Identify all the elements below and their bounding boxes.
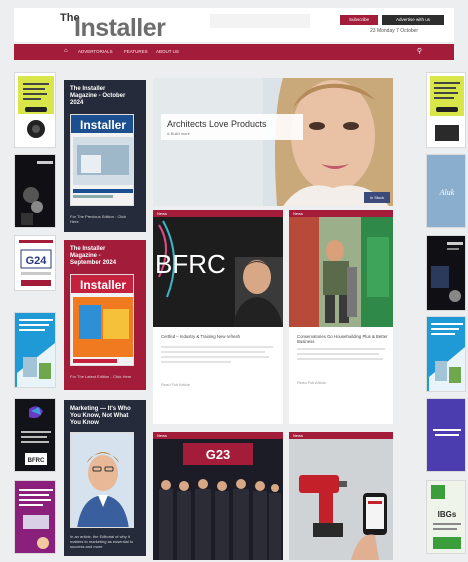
- nav-item-features[interactable]: FEATURES: [124, 49, 148, 54]
- ad-left-4[interactable]: [14, 312, 56, 388]
- magazine-card-october[interactable]: The Installer Magazine - October 2024 In…: [64, 80, 146, 232]
- ad-left-1-art: [18, 76, 54, 138]
- card-image[interactable]: BFRC: [153, 217, 283, 327]
- card-tag: News: [157, 211, 168, 216]
- magazine-title: The Installer Magazine - September 2024: [70, 246, 117, 266]
- card-image-art: G23: [153, 439, 283, 560]
- ad-left-3-art: G24: [19, 240, 53, 286]
- magazine-footer[interactable]: For The Previous Edition - Click Here: [70, 214, 134, 224]
- page: The Installer Subscribe Advertise with u…: [0, 0, 468, 562]
- ad-right-2[interactable]: Aluk: [426, 154, 466, 228]
- hero-badge[interactable]: In Stock: [364, 192, 390, 203]
- magazine-footer[interactable]: For The Latest Edition - Click Here: [70, 374, 134, 379]
- card-tag: News: [157, 433, 168, 438]
- svg-text:Aluk: Aluk: [439, 188, 455, 197]
- card-header-bar: News: [153, 210, 283, 217]
- card-image[interactable]: G23: [153, 439, 283, 560]
- advertise-button[interactable]: Advertise with us: [382, 15, 444, 25]
- hero-subtitle: & Build more: [167, 131, 190, 136]
- ad-right-5-art: [427, 399, 465, 471]
- ad-right-1-art: [430, 76, 464, 141]
- card-image-text: BFRC: [155, 249, 226, 279]
- article-card[interactable]: News BFRC Certfed – Industry & Training …: [153, 210, 283, 424]
- article-title: Marketing — It's Who You Know, Not What …: [70, 406, 131, 426]
- magazine-cover[interactable]: Installer: [70, 274, 134, 366]
- home-icon[interactable]: ⌂: [64, 48, 68, 54]
- ad-left-2[interactable]: [14, 154, 56, 228]
- logo-installer: Installer: [74, 14, 166, 42]
- ad-left-4-art: [17, 319, 55, 387]
- article-image[interactable]: [70, 432, 134, 528]
- card-tag: News: [293, 433, 304, 438]
- ad-right-4[interactable]: [426, 316, 466, 392]
- article-card[interactable]: News G23: [153, 432, 283, 560]
- magazine-cover[interactable]: Installer: [70, 114, 134, 206]
- ad-left-3[interactable]: G24: [14, 235, 56, 291]
- ad-left-2-art: [21, 161, 53, 225]
- magazine-card-september[interactable]: The Installer Magazine - September 2024 …: [64, 240, 146, 390]
- card-title[interactable]: Conservatories Go Housebuilding Plus & B…: [297, 334, 389, 344]
- ad-right-2-art: Aluk: [427, 155, 465, 227]
- card-image-text: G23: [206, 447, 231, 462]
- search-icon[interactable]: ⚲: [417, 47, 422, 55]
- ad-right-3-art: [431, 242, 463, 302]
- read-more-link[interactable]: Read Full Article: [297, 380, 326, 385]
- card-header-bar: News: [289, 432, 393, 439]
- card-title[interactable]: Certfed – Industry & Training New refres…: [161, 334, 240, 339]
- article-image-art: [71, 433, 133, 527]
- card-header-bar: News: [289, 210, 393, 217]
- ad-left-1[interactable]: [14, 72, 56, 148]
- nav-item-advertorials[interactable]: ADVERTORIALS: [78, 49, 113, 54]
- card-image-art: BFRC: [153, 217, 283, 327]
- article-card[interactable]: News: [289, 432, 393, 560]
- ad-right-6-art: IBGs: [427, 481, 465, 553]
- card-image[interactable]: [289, 217, 393, 327]
- magazine-title: The Installer Magazine - October 2024: [70, 86, 126, 106]
- hero-title[interactable]: Architects Love Products: [167, 119, 267, 129]
- card-tag: News: [293, 211, 304, 216]
- read-more-link[interactable]: Read Full Article: [161, 382, 190, 387]
- ad-right-5[interactable]: [426, 398, 466, 472]
- ad-right-1[interactable]: [426, 72, 466, 148]
- svg-text:G24: G24: [26, 255, 48, 267]
- ad-right-4-art: [429, 323, 465, 391]
- ad-right-6[interactable]: IBGs: [426, 480, 466, 554]
- site-header: The Installer Subscribe Advertise with u…: [14, 8, 454, 42]
- svg-text:IBGs: IBGs: [438, 510, 457, 519]
- ad-left-5-art: BFRC: [21, 406, 51, 465]
- header-banner[interactable]: [210, 14, 310, 28]
- card-image-art: [289, 439, 393, 560]
- main-nav: ⌂ ADVERTORIALS FEATURES ABOUT US ⚲: [14, 44, 454, 60]
- article-card[interactable]: News Conservatories Go Housebuilding Plu…: [289, 210, 393, 424]
- card-excerpt: [297, 348, 387, 363]
- card-image[interactable]: [289, 439, 393, 560]
- ad-left-6[interactable]: [14, 480, 56, 554]
- nav-item-about[interactable]: ABOUT US: [156, 49, 179, 54]
- article-marketing[interactable]: Marketing — It's Who You Know, Not What …: [64, 400, 146, 556]
- hero-banner[interactable]: Architects Love Products & Build more In…: [153, 78, 393, 206]
- svg-text:BFRC: BFRC: [28, 458, 45, 464]
- magazine-cover-art: Installer: [71, 275, 133, 363]
- hero-art: [153, 78, 393, 206]
- header-date: 23 Monday 7 October: [370, 28, 419, 34]
- hero-caption-box: Architects Love Products & Build more: [161, 114, 303, 140]
- ad-right-3[interactable]: [426, 235, 466, 311]
- card-image-art: [289, 217, 393, 327]
- card-header-bar: News: [153, 432, 283, 439]
- article-excerpt: In an article, the Editorial of why it m…: [70, 534, 134, 549]
- ad-left-6-art: [19, 489, 53, 549]
- ad-left-5[interactable]: BFRC: [14, 398, 56, 472]
- card-excerpt: [161, 346, 275, 366]
- magazine-cover-art: Installer: [71, 115, 133, 198]
- cover-title: Installer: [80, 278, 126, 292]
- cover-title: Installer: [80, 118, 126, 132]
- subscribe-button[interactable]: Subscribe: [340, 15, 378, 25]
